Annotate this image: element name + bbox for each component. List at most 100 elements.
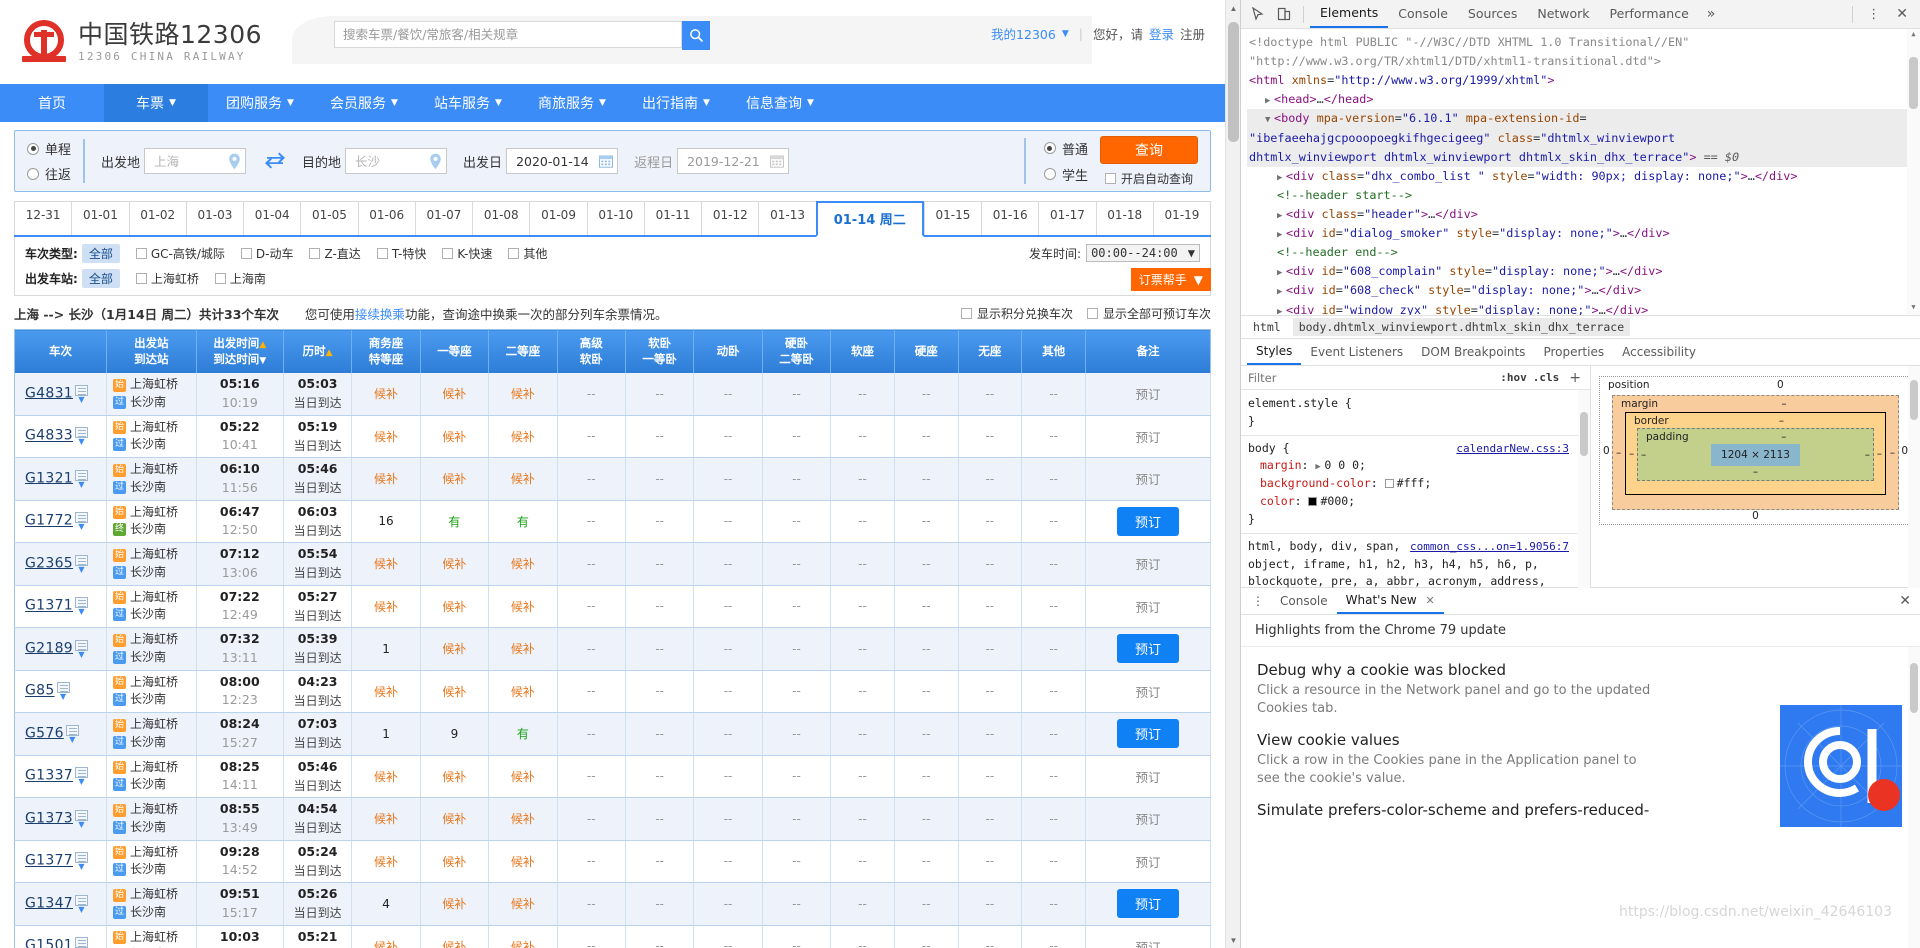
cell-train-no[interactable]: G1321 ▼: [14, 457, 107, 501]
devtools-tab-performance[interactable]: Performance: [1600, 1, 1699, 27]
login-link[interactable]: 登录: [1149, 24, 1174, 43]
train-type-option[interactable]: T-特快: [376, 245, 426, 262]
css-prop-name[interactable]: background-color: [1260, 476, 1371, 490]
date-tab[interactable]: 01-17: [1038, 201, 1096, 235]
position-left-value[interactable]: 0: [1603, 445, 1610, 457]
cell-train-no[interactable]: G1772 ▼: [14, 500, 107, 544]
cell-train-no[interactable]: G4833 ▼: [14, 415, 107, 459]
disclosure-triangle-icon[interactable]: ▶: [1277, 266, 1286, 281]
disclosure-triangle-icon[interactable]: ▶: [1277, 209, 1286, 224]
css-prop-name[interactable]: color: [1260, 494, 1295, 508]
body-style-rule[interactable]: calendarNew.css:3 body { margin: ▶ 0 0 0;…: [1248, 440, 1583, 529]
css-source-link-2[interactable]: common_css...on=1.9056:7: [1410, 538, 1569, 555]
devtools-tab-elements[interactable]: Elements: [1310, 0, 1389, 28]
disclosure-triangle-icon[interactable]: ▶: [1277, 228, 1286, 243]
book-label[interactable]: 预订: [1135, 812, 1160, 827]
cell-train-no[interactable]: G1337 ▼: [14, 755, 107, 799]
train-note-icon[interactable]: [74, 809, 88, 821]
chevron-down-icon[interactable]: ▼: [78, 863, 84, 871]
date-tab[interactable]: 01-02: [128, 201, 186, 235]
calendar-icon[interactable]: [599, 154, 614, 168]
position-right-value[interactable]: 0: [1901, 445, 1908, 457]
nav-item-travel-guide[interactable]: 出行指南 ▼: [624, 84, 728, 122]
train-number-link[interactable]: G85: [25, 683, 55, 699]
return-date-input-wrap[interactable]: [677, 148, 790, 174]
dom-node-line[interactable]: ▶ <div id="608_check" style="display: non…: [1247, 281, 1920, 300]
transfer-link[interactable]: 接续换乘: [355, 307, 405, 322]
table-row[interactable]: G2189 ▼ 始上海虹桥过长沙南 07:32 13:11 05:39 当日到达 1 候补 候补 -…: [14, 627, 1212, 671]
chevron-down-icon[interactable]: ▼: [1062, 29, 1069, 39]
chevron-down-icon[interactable]: ▼: [69, 735, 75, 743]
cell-booking[interactable]: 预订: [1085, 415, 1212, 459]
scroll-up-icon[interactable]: ▲: [1907, 29, 1920, 42]
train-number-link[interactable]: G1772: [25, 513, 73, 529]
date-tab[interactable]: 01-06: [357, 201, 415, 235]
cell-train-no[interactable]: G85 ▼: [14, 670, 107, 714]
train-note-icon[interactable]: [56, 682, 70, 694]
table-row[interactable]: G4831 ▼ 始上海虹桥过长沙南 05:16 10:19 05:03 当日到达 候补 候补 候补…: [14, 373, 1212, 416]
train-type-option[interactable]: GC-高铁/城际: [135, 245, 225, 262]
css-prop-value[interactable]: #000;: [1320, 494, 1355, 508]
chevron-down-icon[interactable]: ▼: [78, 395, 84, 403]
border-top-value[interactable]: –: [1779, 415, 1784, 427]
chevron-down-icon[interactable]: ▼: [78, 608, 84, 616]
border-left-value[interactable]: –: [1629, 448, 1634, 460]
train-number-link[interactable]: G576: [25, 725, 64, 741]
date-tab[interactable]: 01-09: [529, 201, 587, 235]
device-toolbar-icon[interactable]: [1271, 2, 1297, 26]
table-row[interactable]: G1321 ▼ 始上海虹桥过长沙南 06:10 11:56 05:46 当日到达 候补 候补 候补…: [14, 457, 1212, 501]
train-info-badges[interactable]: ▼: [74, 767, 88, 786]
points-exchange-checkbox[interactable]: 显示积分兑换车次: [960, 305, 1073, 322]
train-type-option[interactable]: K-快速: [442, 245, 492, 262]
book-button[interactable]: 预订: [1116, 506, 1179, 536]
train-note-icon[interactable]: [74, 512, 88, 524]
inspect-element-icon[interactable]: [1245, 2, 1271, 26]
dom-node-line[interactable]: "ibefaeehajgcpooopoegkifhgecigeeg" class…: [1247, 128, 1920, 148]
auto-query-checkbox-row[interactable]: 开启自动查询: [1104, 170, 1193, 187]
book-label[interactable]: 预订: [1135, 855, 1160, 870]
train-note-icon[interactable]: [74, 852, 88, 864]
book-label[interactable]: 预订: [1135, 940, 1160, 948]
chevron-down-icon[interactable]: ▼: [78, 905, 84, 913]
devtools-tab-network[interactable]: Network: [1527, 1, 1599, 27]
train-info-badges[interactable]: ▼: [74, 937, 88, 948]
styles-tab-accessibility[interactable]: Accessibility: [1613, 341, 1705, 364]
date-tab[interactable]: 01-08: [472, 201, 530, 235]
search-button[interactable]: [682, 21, 710, 50]
margin-top-value[interactable]: –: [1781, 398, 1786, 410]
content-box-size[interactable]: 1204 × 2113: [1711, 444, 1800, 466]
train-type-option[interactable]: Z-直达: [309, 245, 361, 262]
cell-train-no[interactable]: G1377 ▼: [14, 840, 107, 884]
cell-train-no[interactable]: G1371 ▼: [14, 585, 107, 629]
box-model-border[interactable]: border – – – padding – – – – 1204 × 2113: [1625, 412, 1886, 495]
box-model-margin[interactable]: margin – – – border – – – padding – – – …: [1612, 395, 1899, 510]
query-button[interactable]: 查询: [1100, 135, 1198, 164]
cell-booking[interactable]: 预订: [1085, 670, 1212, 714]
nav-item-tickets[interactable]: 车票 ▼: [104, 84, 208, 122]
train-number-link[interactable]: G1373: [25, 810, 73, 826]
date-tab[interactable]: 01-07: [414, 201, 473, 235]
cell-booking[interactable]: 预订: [1085, 373, 1212, 416]
train-note-icon[interactable]: [74, 639, 88, 651]
common-css-rule[interactable]: common_css...on=1.9056:7 html, body, div…: [1248, 538, 1583, 591]
train-type-all-button[interactable]: 全部: [81, 243, 120, 263]
train-number-link[interactable]: G4831: [25, 385, 73, 401]
table-row[interactable]: G1373 ▼ 始上海虹桥过长沙南 08:55 13:49 04:54 当日到达 候补 候补 候补…: [14, 797, 1212, 841]
whats-new-item-title[interactable]: Debug why a cookie was blocked: [1257, 661, 1904, 679]
depart-time-select[interactable]: 00:00--24:00 ▼: [1086, 244, 1200, 262]
book-button[interactable]: 预订: [1116, 719, 1179, 749]
cell-train-no[interactable]: G576 ▼: [14, 712, 107, 756]
from-input-wrap[interactable]: [144, 148, 247, 174]
depart-station-option[interactable]: 上海南: [214, 270, 266, 287]
show-all-bookable-checkbox[interactable]: 显示全部可预订车次: [1086, 305, 1211, 322]
table-row[interactable]: G1347 ▼ 始上海虹桥过长沙南 09:51 15:17 05:26 当日到达 4 候补 候补 -…: [14, 882, 1212, 926]
css-prop-value[interactable]: 0 0 0;: [1324, 458, 1366, 472]
train-number-link[interactable]: G1501: [25, 938, 73, 948]
padding-left-value[interactable]: –: [1641, 449, 1646, 461]
scroll-down-icon[interactable]: ▼: [1907, 302, 1920, 315]
devtools-tab-console[interactable]: Console: [1388, 1, 1458, 27]
book-label[interactable]: 预订: [1135, 770, 1160, 785]
dom-node-line[interactable]: <html xmlns="http://www.w3.org/1999/xhtm…: [1247, 71, 1920, 90]
train-number-link[interactable]: G2189: [25, 640, 73, 656]
book-label[interactable]: 预订: [1135, 557, 1160, 572]
